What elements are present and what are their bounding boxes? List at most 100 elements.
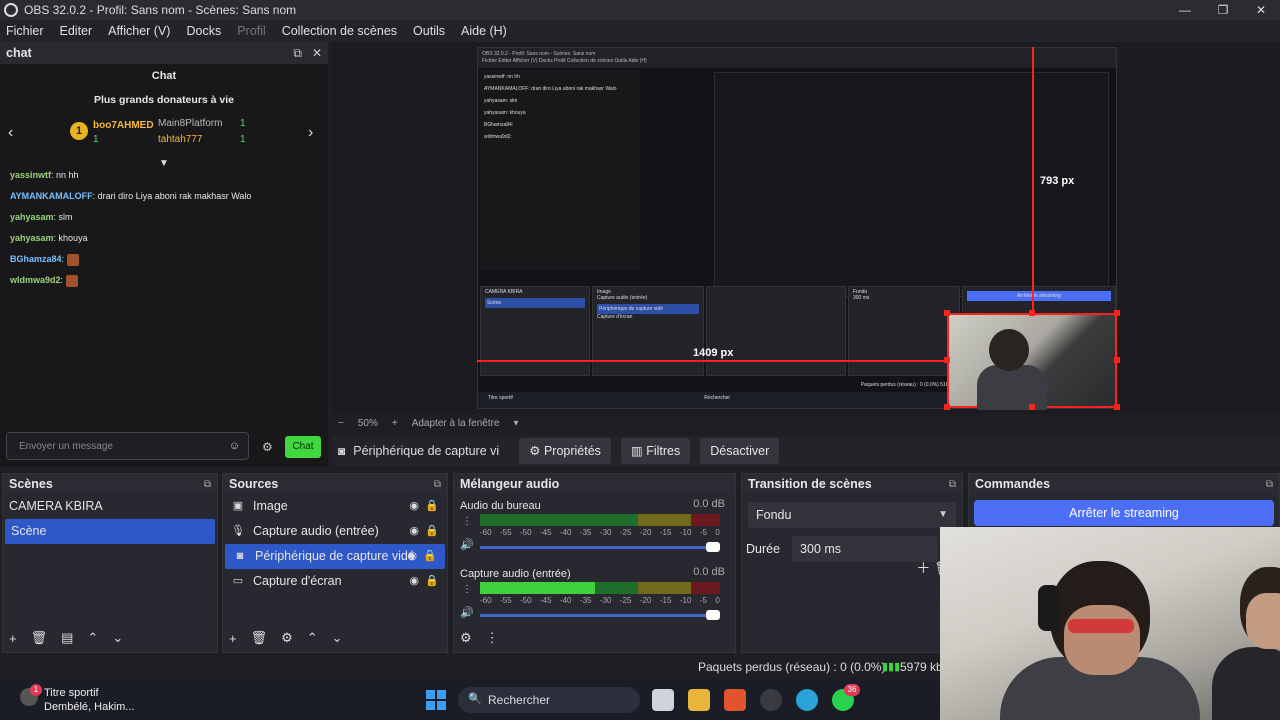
menu-profil[interactable]: Profil (237, 24, 265, 38)
advanced-audio-icon[interactable]: ⚙ (460, 630, 472, 646)
chat-username[interactable]: yahyasam (10, 212, 54, 222)
emoji-icon[interactable]: ☺ (229, 440, 240, 452)
menu-collection-scenes[interactable]: Collection de scènes (282, 24, 397, 38)
windows-start-icon[interactable] (426, 690, 446, 710)
stop-streaming-button[interactable]: Arrêter le streaming (974, 500, 1274, 526)
speaker-icon[interactable]: 🔊 (460, 606, 474, 619)
edge-browser-icon[interactable] (796, 689, 818, 711)
scene-item[interactable]: CAMERA KBIRA (3, 494, 217, 519)
kebab-menu-icon[interactable]: ⋮ (486, 630, 499, 646)
chat-message-input[interactable]: Envoyer un message ☺ (6, 432, 249, 460)
mini-chat-line: yassinwtf: nn hh (484, 74, 520, 80)
chat-username[interactable]: AYMANKAMALOFF (10, 191, 93, 201)
move-down-icon[interactable]: ⌄ (332, 630, 343, 646)
add-icon[interactable]: ＋ (916, 560, 930, 576)
resize-handle[interactable] (1114, 404, 1120, 410)
menu-docks[interactable]: Docks (186, 24, 221, 38)
scene-filter-icon[interactable]: ▤ (61, 630, 73, 646)
menu-aide[interactable]: Aide (H) (461, 24, 507, 38)
height-guide-label: 1409 px (693, 347, 734, 359)
source-item-selected[interactable]: ◙ Périphérique de capture vidé ◉ 🔒 (225, 544, 445, 569)
chat-username[interactable]: yassinwtf (10, 170, 51, 180)
obs-taskbar-icon[interactable] (760, 689, 782, 711)
menu-editer[interactable]: Editer (60, 24, 93, 38)
move-up-icon[interactable]: ⌃ (307, 630, 318, 646)
mini-scene: Scène (485, 298, 585, 308)
zoom-in-icon[interactable]: + (392, 418, 398, 429)
task-view-icon[interactable] (652, 689, 674, 711)
trash-icon[interactable]: 🗑 (31, 630, 48, 646)
menu-afficher[interactable]: Afficher (V) (108, 24, 170, 38)
speaker-icon[interactable]: 🔊 (460, 538, 474, 551)
source-item[interactable]: 🎙 Capture audio (entrée) ◉ 🔒 (223, 519, 447, 544)
eye-icon[interactable]: ◉ (409, 569, 419, 594)
zoom-out-icon[interactable]: − (338, 418, 344, 429)
gear-icon[interactable]: ⚙ (281, 630, 293, 646)
resize-handle[interactable] (1114, 310, 1120, 316)
undock-icon[interactable]: ⧉ (293, 46, 302, 60)
donor-name: boo7AHMED (93, 120, 154, 131)
mini-source: Capture d'écran (597, 314, 633, 320)
resize-handle[interactable] (944, 310, 950, 316)
minimize-button[interactable]: — (1166, 0, 1204, 20)
chevron-left-icon[interactable]: ‹ (8, 124, 13, 142)
gear-icon[interactable]: ⚙ (262, 440, 273, 454)
chat-username[interactable]: BGhamza84 (10, 254, 62, 264)
donors-carousel: ‹ 1 boo7AHMED 1 Main8Platform 1 tahtah77… (0, 112, 328, 164)
volume-slider-knob[interactable] (706, 610, 720, 620)
source-item[interactable]: ▣ Image ◉ 🔒 (223, 494, 447, 519)
lock-icon[interactable]: 🔒 (425, 569, 439, 594)
chat-username[interactable]: wldmwa9d2 (10, 275, 61, 285)
close-dock-icon[interactable]: ✕ (312, 46, 322, 60)
eye-icon[interactable]: ◉ (407, 544, 417, 569)
chat-username[interactable]: yahyasam (10, 233, 54, 243)
filters-button[interactable]: ▥ Filtres (620, 438, 691, 464)
chat-send-button[interactable]: Chat (285, 436, 321, 458)
deactivate-button[interactable]: Désactiver (700, 438, 780, 464)
fit-window-select[interactable]: Adapter à la fenêtre (412, 418, 500, 429)
resize-handle[interactable] (1029, 404, 1035, 410)
volume-slider[interactable] (480, 542, 720, 552)
move-up-icon[interactable]: ⌃ (87, 630, 98, 646)
volume-slider-knob[interactable] (706, 542, 720, 552)
menu-outils[interactable]: Outils (413, 24, 445, 38)
kebab-menu-icon[interactable]: ⋮ (462, 516, 472, 527)
lock-icon[interactable]: 🔒 (423, 544, 437, 569)
chevron-down-icon[interactable]: ▾ (514, 418, 519, 429)
menu-fichier[interactable]: Fichier (6, 24, 44, 38)
undock-icon[interactable]: ⧉ (1266, 479, 1273, 490)
transition-select[interactable]: Fondu ▼ (748, 502, 956, 528)
lock-icon[interactable]: 🔒 (425, 519, 439, 544)
close-button[interactable]: ✕ (1242, 0, 1280, 20)
news-widget[interactable]: 1 Titre sportif Dembélé, Hakim... (20, 684, 134, 714)
resize-handle[interactable] (944, 357, 950, 363)
volume-slider[interactable] (480, 610, 720, 620)
file-explorer-icon[interactable] (688, 689, 710, 711)
resize-handle[interactable] (1029, 310, 1035, 316)
eye-icon[interactable]: ◉ (409, 519, 419, 544)
eye-icon[interactable]: ◉ (409, 494, 419, 519)
move-down-icon[interactable]: ⌄ (112, 630, 123, 646)
taskbar-search[interactable]: 🔍 Rechercher (458, 687, 640, 713)
undock-icon[interactable]: ⧉ (204, 479, 211, 490)
add-icon[interactable]: + (229, 631, 237, 646)
chat-message: yahyasam: slm (10, 210, 251, 231)
undock-icon[interactable]: ⧉ (949, 479, 956, 490)
scene-item-selected[interactable]: Scène (5, 519, 215, 544)
kebab-menu-icon[interactable]: ⋮ (462, 584, 472, 595)
filters-label: Filtres (646, 444, 681, 458)
mini-chat-line: wldmwa9d2: (484, 134, 512, 140)
lock-icon[interactable]: 🔒 (425, 494, 439, 519)
maximize-button[interactable]: ❐ (1204, 0, 1242, 20)
add-icon[interactable]: + (9, 631, 17, 646)
properties-button[interactable]: ⚙ Propriétés (519, 438, 611, 464)
resize-handle[interactable] (1114, 357, 1120, 363)
chevron-right-icon[interactable]: › (308, 124, 313, 142)
brave-browser-icon[interactable] (724, 689, 746, 711)
left-guide-line (477, 360, 947, 362)
trash-icon[interactable]: 🗑 (251, 630, 268, 646)
resize-handle[interactable] (944, 404, 950, 410)
undock-icon[interactable]: ⧉ (434, 479, 441, 490)
selected-webcam-source[interactable] (947, 313, 1117, 410)
source-item[interactable]: ▭ Capture d'écran ◉ 🔒 (223, 569, 447, 594)
